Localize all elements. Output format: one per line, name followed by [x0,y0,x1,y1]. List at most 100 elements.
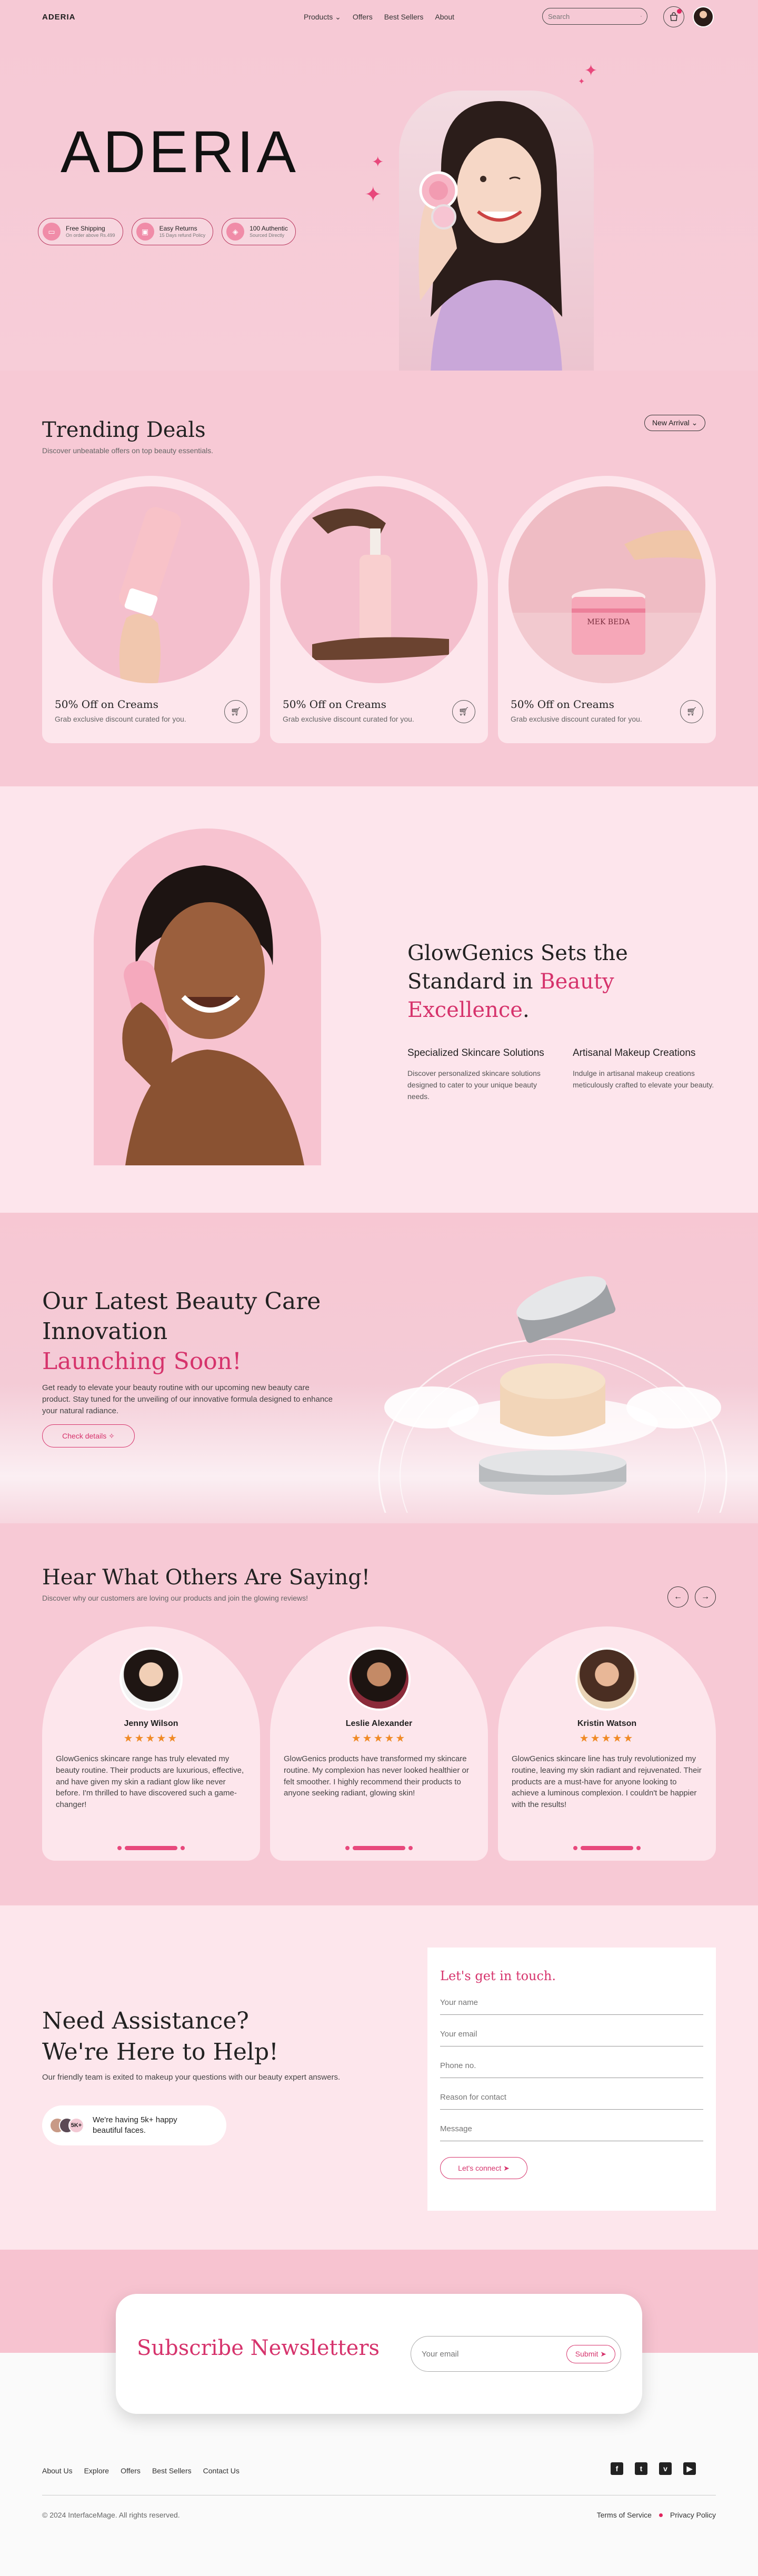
carousel-dots [573,1846,641,1850]
sparkle-icon: ✦ [584,62,598,79]
bag-icon [670,12,677,21]
footer-link-about[interactable]: About Us [42,2467,73,2475]
contact-heading: Need Assistance? We're Here to Help! [42,2005,278,2068]
phone-input[interactable] [440,2061,703,2070]
privacy-link[interactable]: Privacy Policy [670,2511,716,2519]
deal-title: 50% Off on Creams [55,698,158,711]
cream-jar-product-image [378,1276,727,1513]
deal-card[interactable]: 50% Off on Creams Grab exclusive discoun… [42,476,260,743]
contact-form: Let's get in touch. Let's connect ➤ [427,1948,716,2211]
box-icon: ▣ [136,223,154,241]
reviewer-name: Kristin Watson [577,1719,637,1728]
cream-jar-image: MEK BEDA [508,486,705,683]
send-icon: ➤ [600,2349,606,2358]
testimonial-card: Kristin Watson ★★★★★ GlowGenics skincare… [498,1626,716,1861]
happy-customers-badge: 5K+ We're having 5k+ happy beautiful face… [42,2105,226,2145]
name-input[interactable] [440,1998,703,2007]
launch-heading: Our Latest Beauty Care Innovation Launch… [42,1286,321,1377]
deal-card[interactable]: MEK BEDA 50% Off on Creams Grab exclusiv… [498,476,716,743]
message-field [440,2121,703,2141]
footer-link-contact[interactable]: Contact Us [203,2467,240,2475]
add-to-cart-button[interactable]: 🛒︎ [680,700,703,723]
add-to-cart-button[interactable]: 🛒︎ [224,700,247,723]
button-label: Submit [575,2349,599,2358]
social-links: f t v ▶ [611,2462,696,2475]
model-image [94,828,321,1165]
next-arrow-button[interactable]: → [695,1586,716,1607]
truck-icon: ▭ [43,223,61,241]
footer-link-offers[interactable]: Offers [121,2467,141,2475]
search-icon[interactable] [641,13,642,20]
rating-stars: ★★★★★ [579,1733,635,1744]
testimonial-card: Leslie Alexander ★★★★★ GlowGenics produc… [270,1626,488,1861]
serum-bottle-image [281,486,477,683]
heading-accent: Beauty [540,970,614,994]
lets-connect-button[interactable]: Let's connect ➤ [440,2157,527,2179]
feature-title: Specialized Skincare Solutions [407,1047,544,1059]
review-text: GlowGenics products have transformed my … [284,1754,469,1798]
top-nav: ADERIA Products ⌄ Offers Best Sellers Ab… [0,0,758,34]
reviewer-name: Jenny Wilson [124,1719,178,1728]
cart-icon: 🛒︎ [230,707,242,716]
sparkle-icon: ✦ [372,154,384,170]
contact-section: Need Assistance? We're Here to Help! Our… [0,1905,758,2250]
separator-dot [659,2513,663,2517]
main-menu: Products ⌄ Offers Best Sellers About [304,13,454,22]
hero-brand: ADERIA [61,119,299,185]
button-label: Let's connect [458,2163,502,2172]
deal-card[interactable]: 50% Off on Creams Grab exclusive discoun… [270,476,488,743]
menu-about[interactable]: About [435,13,454,22]
reviewer-name: Leslie Alexander [345,1719,413,1728]
youtube-icon[interactable]: ▶ [683,2462,696,2475]
vimeo-icon[interactable]: v [659,2462,672,2475]
testimonials-title: Hear What Others Are Saying! [42,1565,370,1590]
footer-link-best-sellers[interactable]: Best Sellers [152,2467,192,2475]
sparkle-icon: ✦ [578,77,585,86]
search-input[interactable] [548,12,641,21]
user-avatar[interactable] [693,6,714,27]
feature-text: Discover personalized skincare solutions… [407,1069,541,1101]
reviewer-avatar [575,1648,639,1711]
reason-input[interactable] [440,2093,703,2102]
twitter-icon[interactable]: t [635,2462,647,2475]
arrow-left-icon: ← [674,1592,682,1601]
hero-model-image [399,91,594,372]
menu-best-sellers[interactable]: Best Sellers [384,13,424,22]
testimonials-header: Hear What Others Are Saying! Discover wh… [42,1565,370,1602]
heading-accent: Excellence [407,998,523,1022]
trending-header: Trending Deals Discover unbeatable offer… [42,418,213,455]
heading-line: Need Assistance? [42,2008,249,2034]
jar-label: MEK BEDA [587,618,630,626]
email-input[interactable] [440,2030,703,2039]
trending-title: Trending Deals [42,418,206,442]
heading-line: We're Here to Help! [42,2039,278,2066]
testimonials-section: Hear What Others Are Saying! Discover wh… [0,1523,758,1905]
newsletter-submit-button[interactable]: Submit ➤ [566,2344,615,2363]
feature-skincare: Specialized Skincare Solutions Discover … [407,1047,555,1103]
check-details-button[interactable]: Check details ✧ [42,1424,135,1447]
about-heading: GlowGenics Sets the Standard in Beauty E… [407,939,628,1024]
logo[interactable]: ADERIA [42,13,76,22]
facebook-icon[interactable]: f [611,2462,623,2475]
copyright: © 2024 InterfaceMage. All rights reserve… [42,2511,180,2519]
terms-link[interactable]: Terms of Service [597,2511,652,2519]
newsletter-form: Submit ➤ [411,2336,621,2372]
review-text: GlowGenics skincare range has truly elev… [56,1754,244,1809]
cart-badge [677,9,682,14]
hero-badges: ▭ Free Shipping On order above Rs.499 ▣ E… [38,218,296,245]
feature-title: Artisanal Makeup Creations [573,1047,696,1059]
review-text: GlowGenics skincare line has truly revol… [512,1754,702,1809]
prev-arrow-button[interactable]: ← [667,1586,689,1607]
heading-line: Innovation [42,1318,168,1345]
message-input[interactable] [440,2124,703,2133]
menu-offers[interactable]: Offers [353,13,373,22]
menu-products[interactable]: Products ⌄ [304,13,341,22]
carousel-dots [117,1846,185,1850]
add-to-cart-button[interactable]: 🛒︎ [452,700,475,723]
cart-button[interactable] [663,6,684,27]
newsletter-email-input[interactable] [422,2349,566,2359]
footer-link-explore[interactable]: Explore [84,2467,109,2475]
phone-field [440,2058,703,2078]
heading-end: . [522,998,530,1022]
new-arrival-dropdown[interactable]: New Arrival ⌄ [644,415,706,431]
